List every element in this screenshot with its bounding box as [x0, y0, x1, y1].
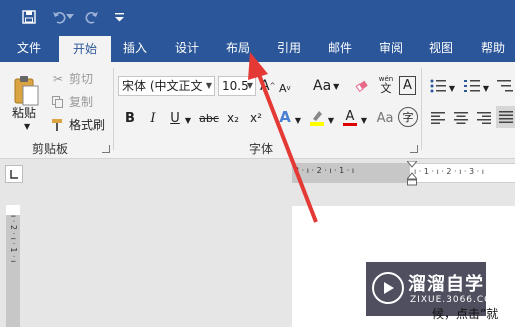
annotation-arrow-icon — [248, 52, 318, 223]
